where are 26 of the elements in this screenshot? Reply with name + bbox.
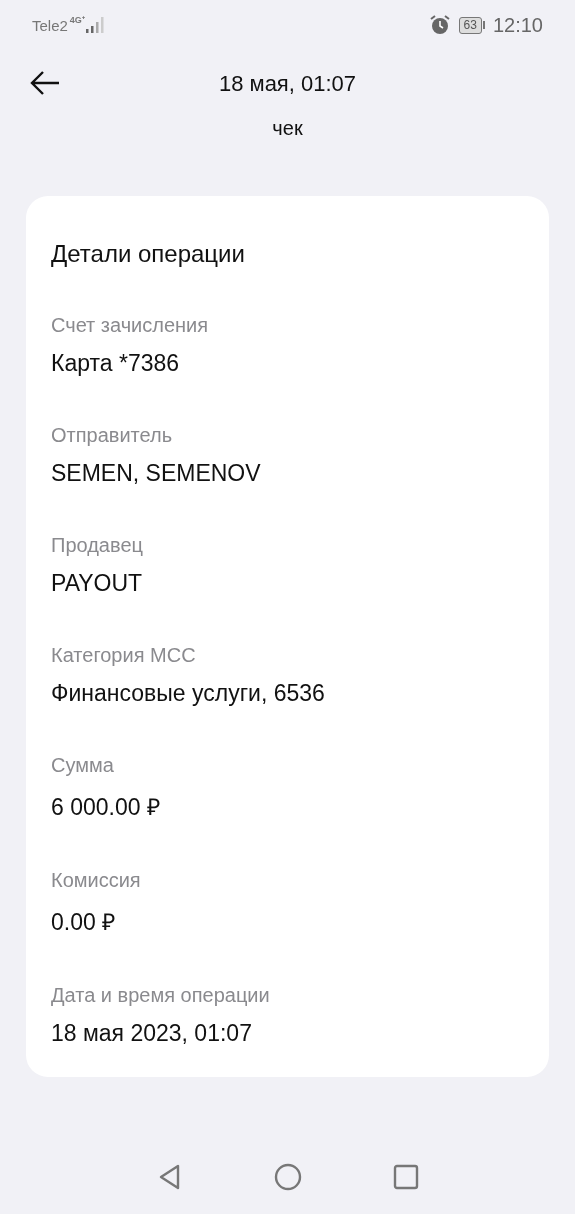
alarm-clock-icon xyxy=(428,14,451,36)
section-title: Детали операции xyxy=(51,240,246,268)
field-label: Комиссия xyxy=(51,869,141,892)
field-label: Отправитель xyxy=(51,424,173,447)
screen-title: 18 мая, 01:07 xyxy=(218,71,357,97)
carrier-name: Tele2 xyxy=(32,16,68,34)
battery-level: 63 xyxy=(458,16,482,34)
clock-time: 12:10 xyxy=(492,13,543,37)
network-type: 4G⁺ xyxy=(69,15,85,25)
field-value: SEMEN, SEMENOV xyxy=(51,460,261,487)
home-icon[interactable] xyxy=(273,1163,302,1191)
recent-apps-icon[interactable] xyxy=(391,1163,420,1191)
field-value: 18 мая 2023, 01:07 xyxy=(51,1020,252,1047)
field-label: Дата и время операции xyxy=(51,984,270,1007)
field-label: Продавец xyxy=(51,534,143,557)
field-value: PAYOUT xyxy=(51,570,143,597)
get-receipt-link[interactable]: чек xyxy=(272,116,303,140)
back-arrow-icon[interactable] xyxy=(30,70,60,96)
field-value: 6 000.00 ₽ xyxy=(51,793,160,822)
field-label: Счет зачисления xyxy=(51,314,209,337)
signal-icon xyxy=(84,16,107,34)
field-value: Финансовые услуги, 6536 xyxy=(51,680,325,707)
field-label: Сумма xyxy=(51,754,114,777)
field-label: Категория MCC xyxy=(51,644,196,667)
field-value: 0.00 ₽ xyxy=(51,908,116,937)
field-value: Карта *7386 xyxy=(51,350,180,377)
